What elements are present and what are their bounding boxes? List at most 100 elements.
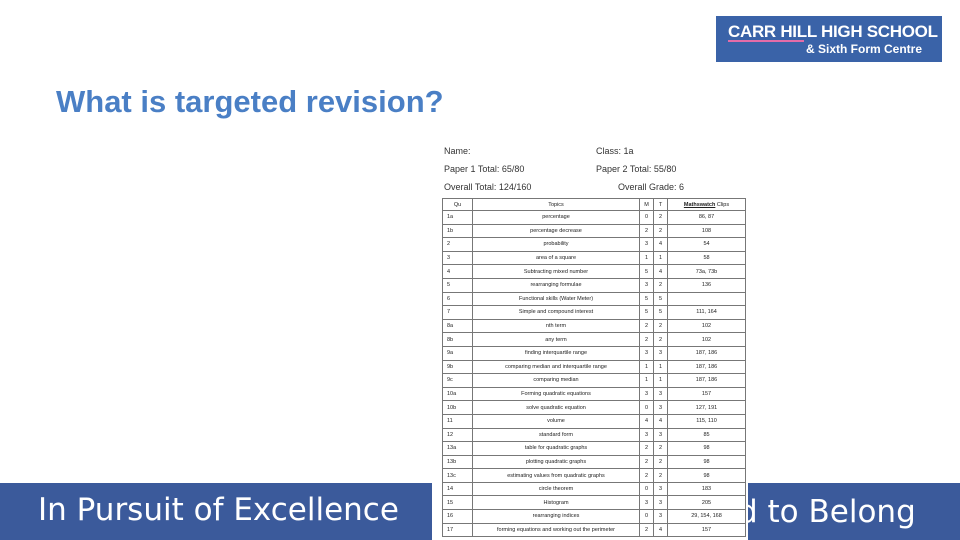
cell-total: 5	[653, 305, 668, 320]
cell-question: 13c	[442, 468, 473, 483]
table-row: 1a percentage 0 2 86, 87	[442, 210, 746, 225]
cell-mark: 4	[639, 413, 654, 429]
cell-mark: 1	[639, 373, 654, 388]
cell-topic: volume	[472, 413, 640, 429]
cell-mark: 5	[639, 264, 654, 279]
cell-mark: 3	[639, 495, 654, 511]
table-row: 3 area of a square 1 1 58	[442, 250, 746, 266]
cell-total: 3	[653, 400, 668, 415]
cell-clips: 157	[667, 386, 746, 402]
cell-question: 5	[442, 277, 473, 293]
cell-total: 1	[653, 359, 668, 375]
cell-question: 6	[442, 291, 473, 307]
cell-clips: 187, 186	[667, 373, 746, 388]
cell-clips: 58	[667, 250, 746, 266]
cell-clips: 85	[667, 427, 746, 443]
cell-total: 2	[653, 468, 668, 483]
slide-title: What is targeted revision?	[56, 84, 444, 119]
cell-topic: comparing median and interquartile range	[472, 359, 640, 375]
cell-question: 1a	[442, 210, 473, 225]
cell-topic: percentage decrease	[472, 223, 640, 239]
topics-table: Qu Topics M T Mathswatch Clips 1a percent…	[442, 198, 746, 538]
table-row: 13a table for quadratic graphs 2 2 98	[442, 441, 746, 456]
table-row: 9c comparing median 1 1 187, 186	[442, 373, 746, 388]
cell-mark: 1	[639, 359, 654, 375]
cell-total: 1	[653, 373, 668, 388]
table-header-row: Qu Topics M T Mathswatch Clips	[442, 198, 746, 211]
sheet-overall-grade: Overall Grade: 6	[618, 182, 685, 192]
cell-total: 2	[653, 332, 668, 347]
cell-mark: 5	[639, 305, 654, 320]
cell-mark: 2	[639, 468, 654, 483]
cell-mark: 3	[639, 427, 654, 443]
cell-clips: 54	[667, 237, 746, 252]
table-row: 5 rearranging formulae 3 2 136	[442, 277, 746, 293]
cell-topic: Functional skills (Water Meter)	[472, 291, 640, 307]
footer-motto-left: In Pursuit of Excellence	[38, 492, 399, 528]
sheet-name-label: Name:	[444, 146, 471, 156]
cell-question: 11	[442, 413, 473, 429]
table-row: 17 forming equations and working out the …	[442, 522, 746, 538]
cell-mark: 2	[639, 454, 654, 470]
col-header-topics: Topics	[472, 198, 640, 211]
cell-topic: estimating values from quadratic graphs	[472, 468, 640, 483]
logo-accent-bar	[728, 40, 804, 42]
table-row: 15 Histogram 3 3 205	[442, 495, 746, 511]
cell-topic: comparing median	[472, 373, 640, 388]
table-row: 1b percentage decrease 2 2 108	[442, 223, 746, 239]
cell-question: 3	[442, 250, 473, 266]
cell-mark: 2	[639, 332, 654, 347]
cell-clips: 115, 110	[667, 413, 746, 429]
sheet-paper1-total: Paper 1 Total: 65/80	[444, 164, 525, 174]
cell-mark: 2	[639, 318, 654, 334]
cell-mark: 0	[639, 210, 654, 225]
cell-total: 2	[653, 441, 668, 456]
table-row: 10a Forming quadratic equations 3 3 157	[442, 386, 746, 402]
table-row: 8b any term 2 2 102	[442, 332, 746, 347]
cell-total: 2	[653, 318, 668, 334]
cell-topic: rearranging formulae	[472, 277, 640, 293]
cell-total: 3	[653, 345, 668, 361]
cell-mark: 3	[639, 237, 654, 252]
table-row: 6 Functional skills (Water Meter) 5 5	[442, 291, 746, 307]
cell-mark: 3	[639, 345, 654, 361]
logo-subtitle: & Sixth Form Centre	[806, 42, 923, 56]
sheet-overall-total: Overall Total: 124/160	[444, 182, 532, 192]
cell-mark: 3	[639, 386, 654, 402]
table-row: 11 volume 4 4 115, 110	[442, 413, 746, 429]
cell-total: 1	[653, 250, 668, 266]
cell-mark: 5	[639, 291, 654, 307]
table-row: 14 circle theorem 0 3 183	[442, 481, 746, 497]
cell-total: 3	[653, 495, 668, 511]
cell-clips: 157	[667, 522, 746, 538]
cell-clips: 98	[667, 441, 746, 456]
table-row: 7 Simple and compound interest 5 5 111, 164	[442, 305, 746, 320]
cell-clips: 108	[667, 223, 746, 239]
cell-mark: 2	[639, 223, 654, 239]
cell-question: 8a	[442, 318, 473, 334]
col-header-total: T	[653, 198, 668, 211]
cell-topic: Forming quadratic equations	[472, 386, 640, 402]
cell-clips: 187, 186	[667, 359, 746, 375]
clips-label: Clips	[716, 201, 730, 208]
cell-total: 3	[653, 509, 668, 524]
cell-clips: 73a, 73b	[667, 264, 746, 279]
cell-question: 12	[442, 427, 473, 443]
cell-clips: 111, 164	[667, 305, 746, 320]
cell-clips: 183	[667, 481, 746, 497]
cell-question: 9c	[442, 373, 473, 388]
sheet-paper2-total: Paper 2 Total: 55/80	[596, 164, 677, 174]
cell-total: 4	[653, 237, 668, 252]
cell-topic: Subtracting mixed number	[472, 264, 640, 279]
cell-question: 10a	[442, 386, 473, 402]
cell-topic: probability	[472, 237, 640, 252]
cell-total: 3	[653, 481, 668, 497]
cell-question: 15	[442, 495, 473, 511]
cell-question: 10b	[442, 400, 473, 415]
table-row: 9b comparing median and interquartile ran…	[442, 359, 746, 375]
cell-mark: 0	[639, 509, 654, 524]
footer-motto-right: d to Belong	[738, 494, 916, 530]
cell-question: 14	[442, 481, 473, 497]
cell-topic: table for quadratic graphs	[472, 441, 640, 456]
cell-topic: standard form	[472, 427, 640, 443]
